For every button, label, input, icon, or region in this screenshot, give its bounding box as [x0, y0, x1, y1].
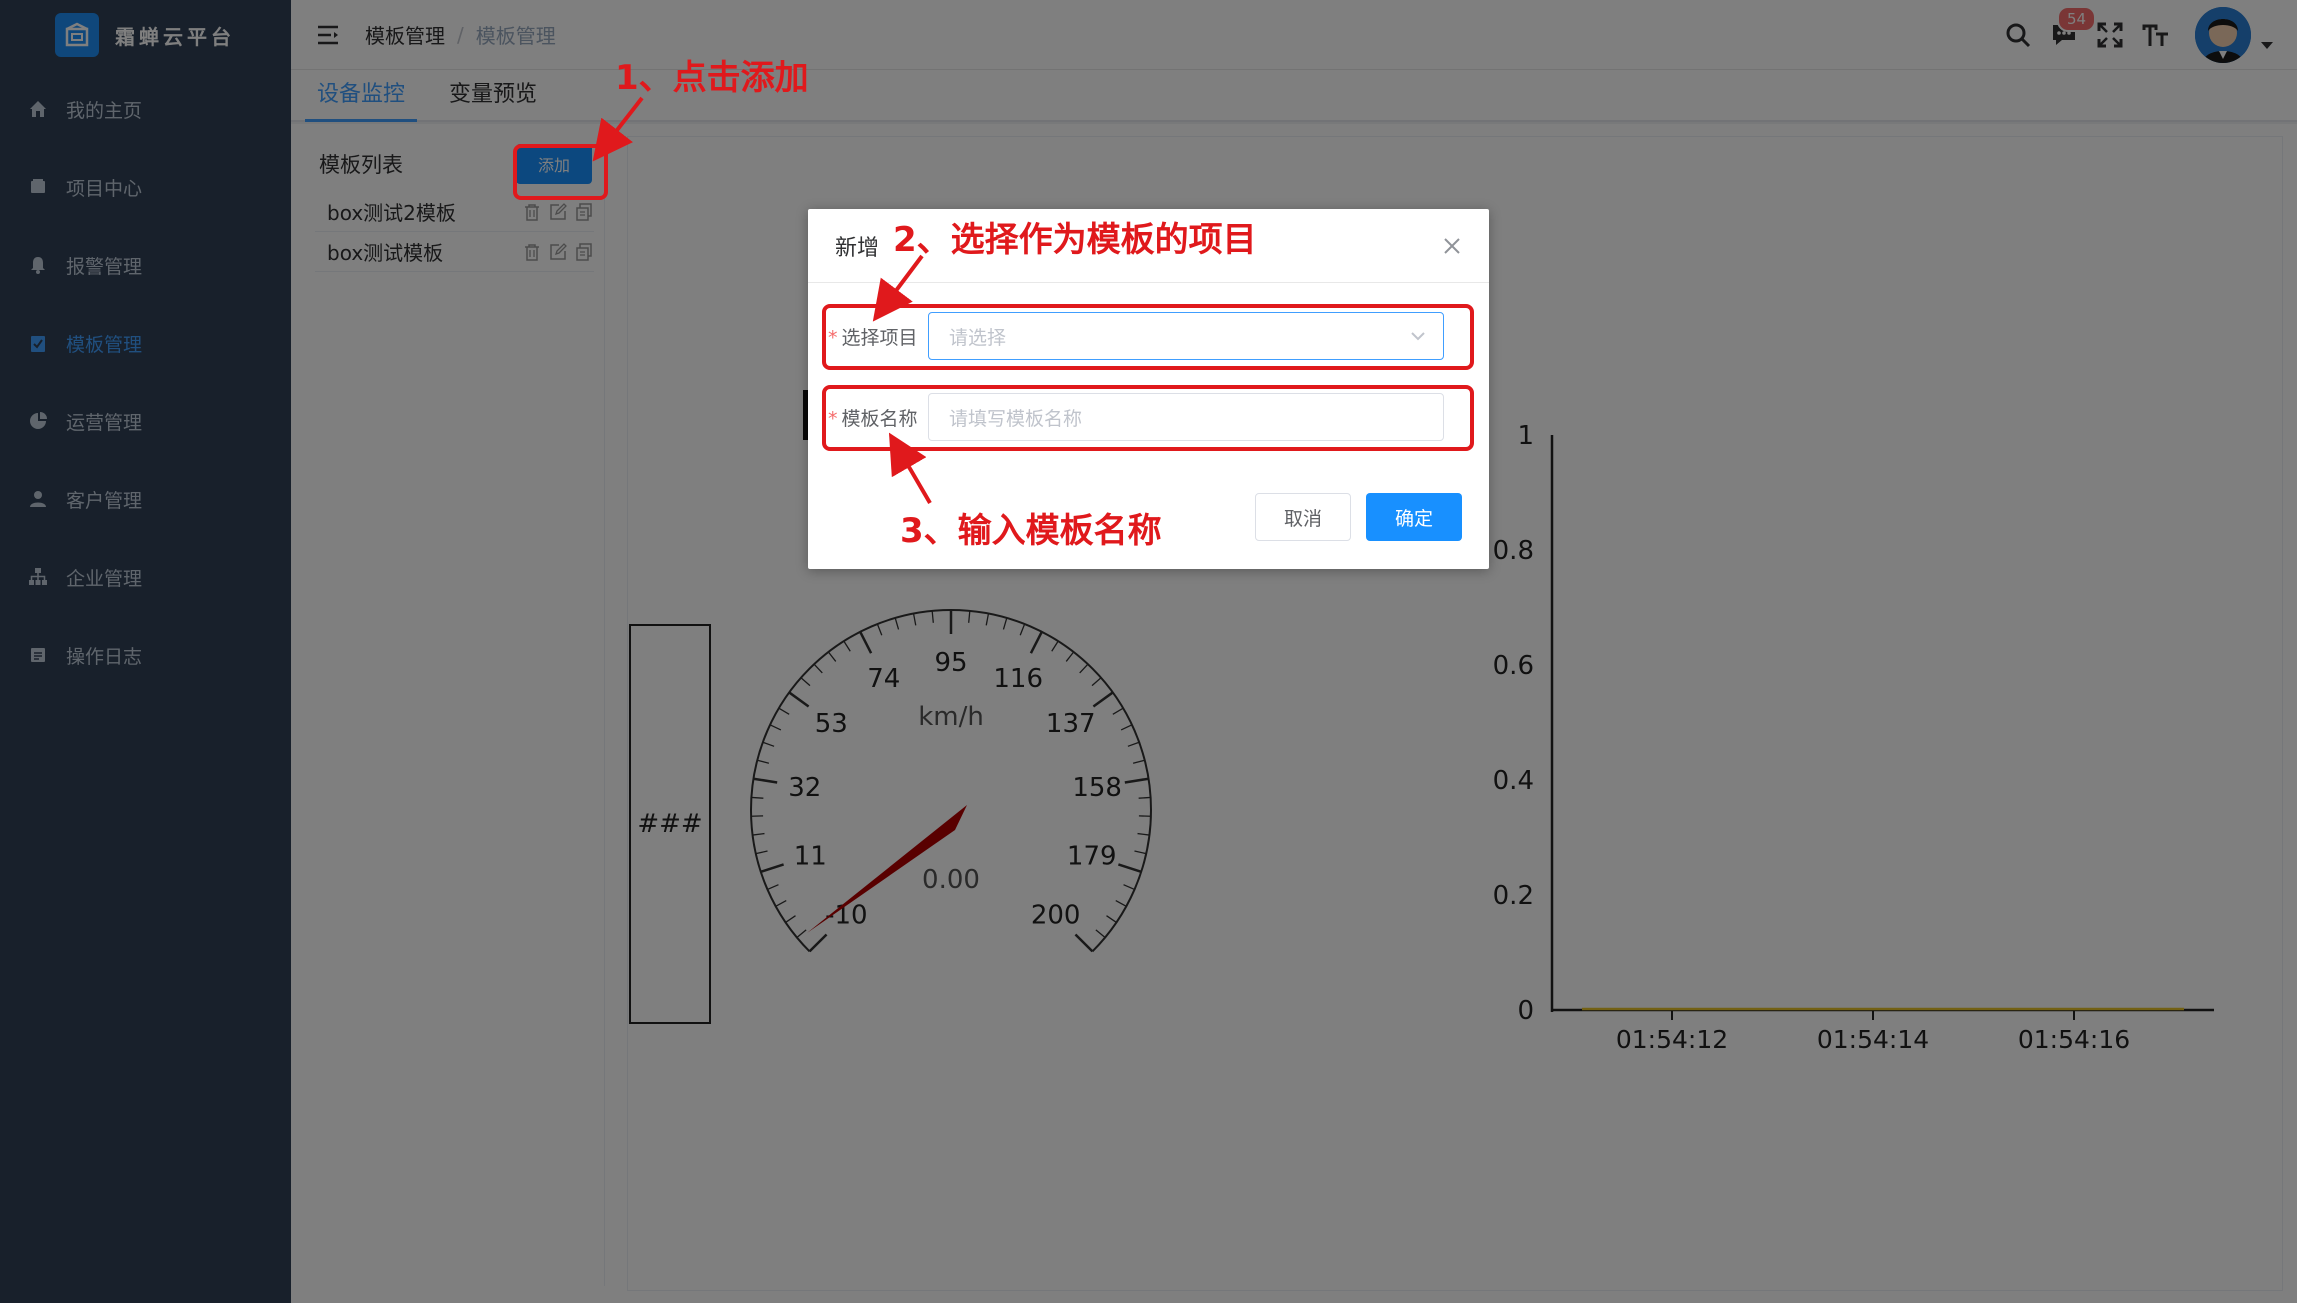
- cancel-button[interactable]: 取消: [1255, 493, 1351, 541]
- annotation-step1: 1、点击添加: [615, 58, 809, 98]
- confirm-button[interactable]: 确定: [1366, 493, 1462, 541]
- annotation-highlight-project: [822, 304, 1474, 370]
- annotation-highlight-name: [822, 385, 1474, 451]
- close-icon[interactable]: [1443, 237, 1463, 257]
- annotation-highlight-add: [513, 144, 608, 200]
- modal-overlay[interactable]: [0, 0, 2297, 1303]
- annotation-step2: 2、选择作为模板的项目: [893, 220, 1257, 260]
- dialog-footer: 取消 确定: [1255, 493, 1462, 541]
- annotation-step3: 3、输入模板名称: [900, 511, 1162, 551]
